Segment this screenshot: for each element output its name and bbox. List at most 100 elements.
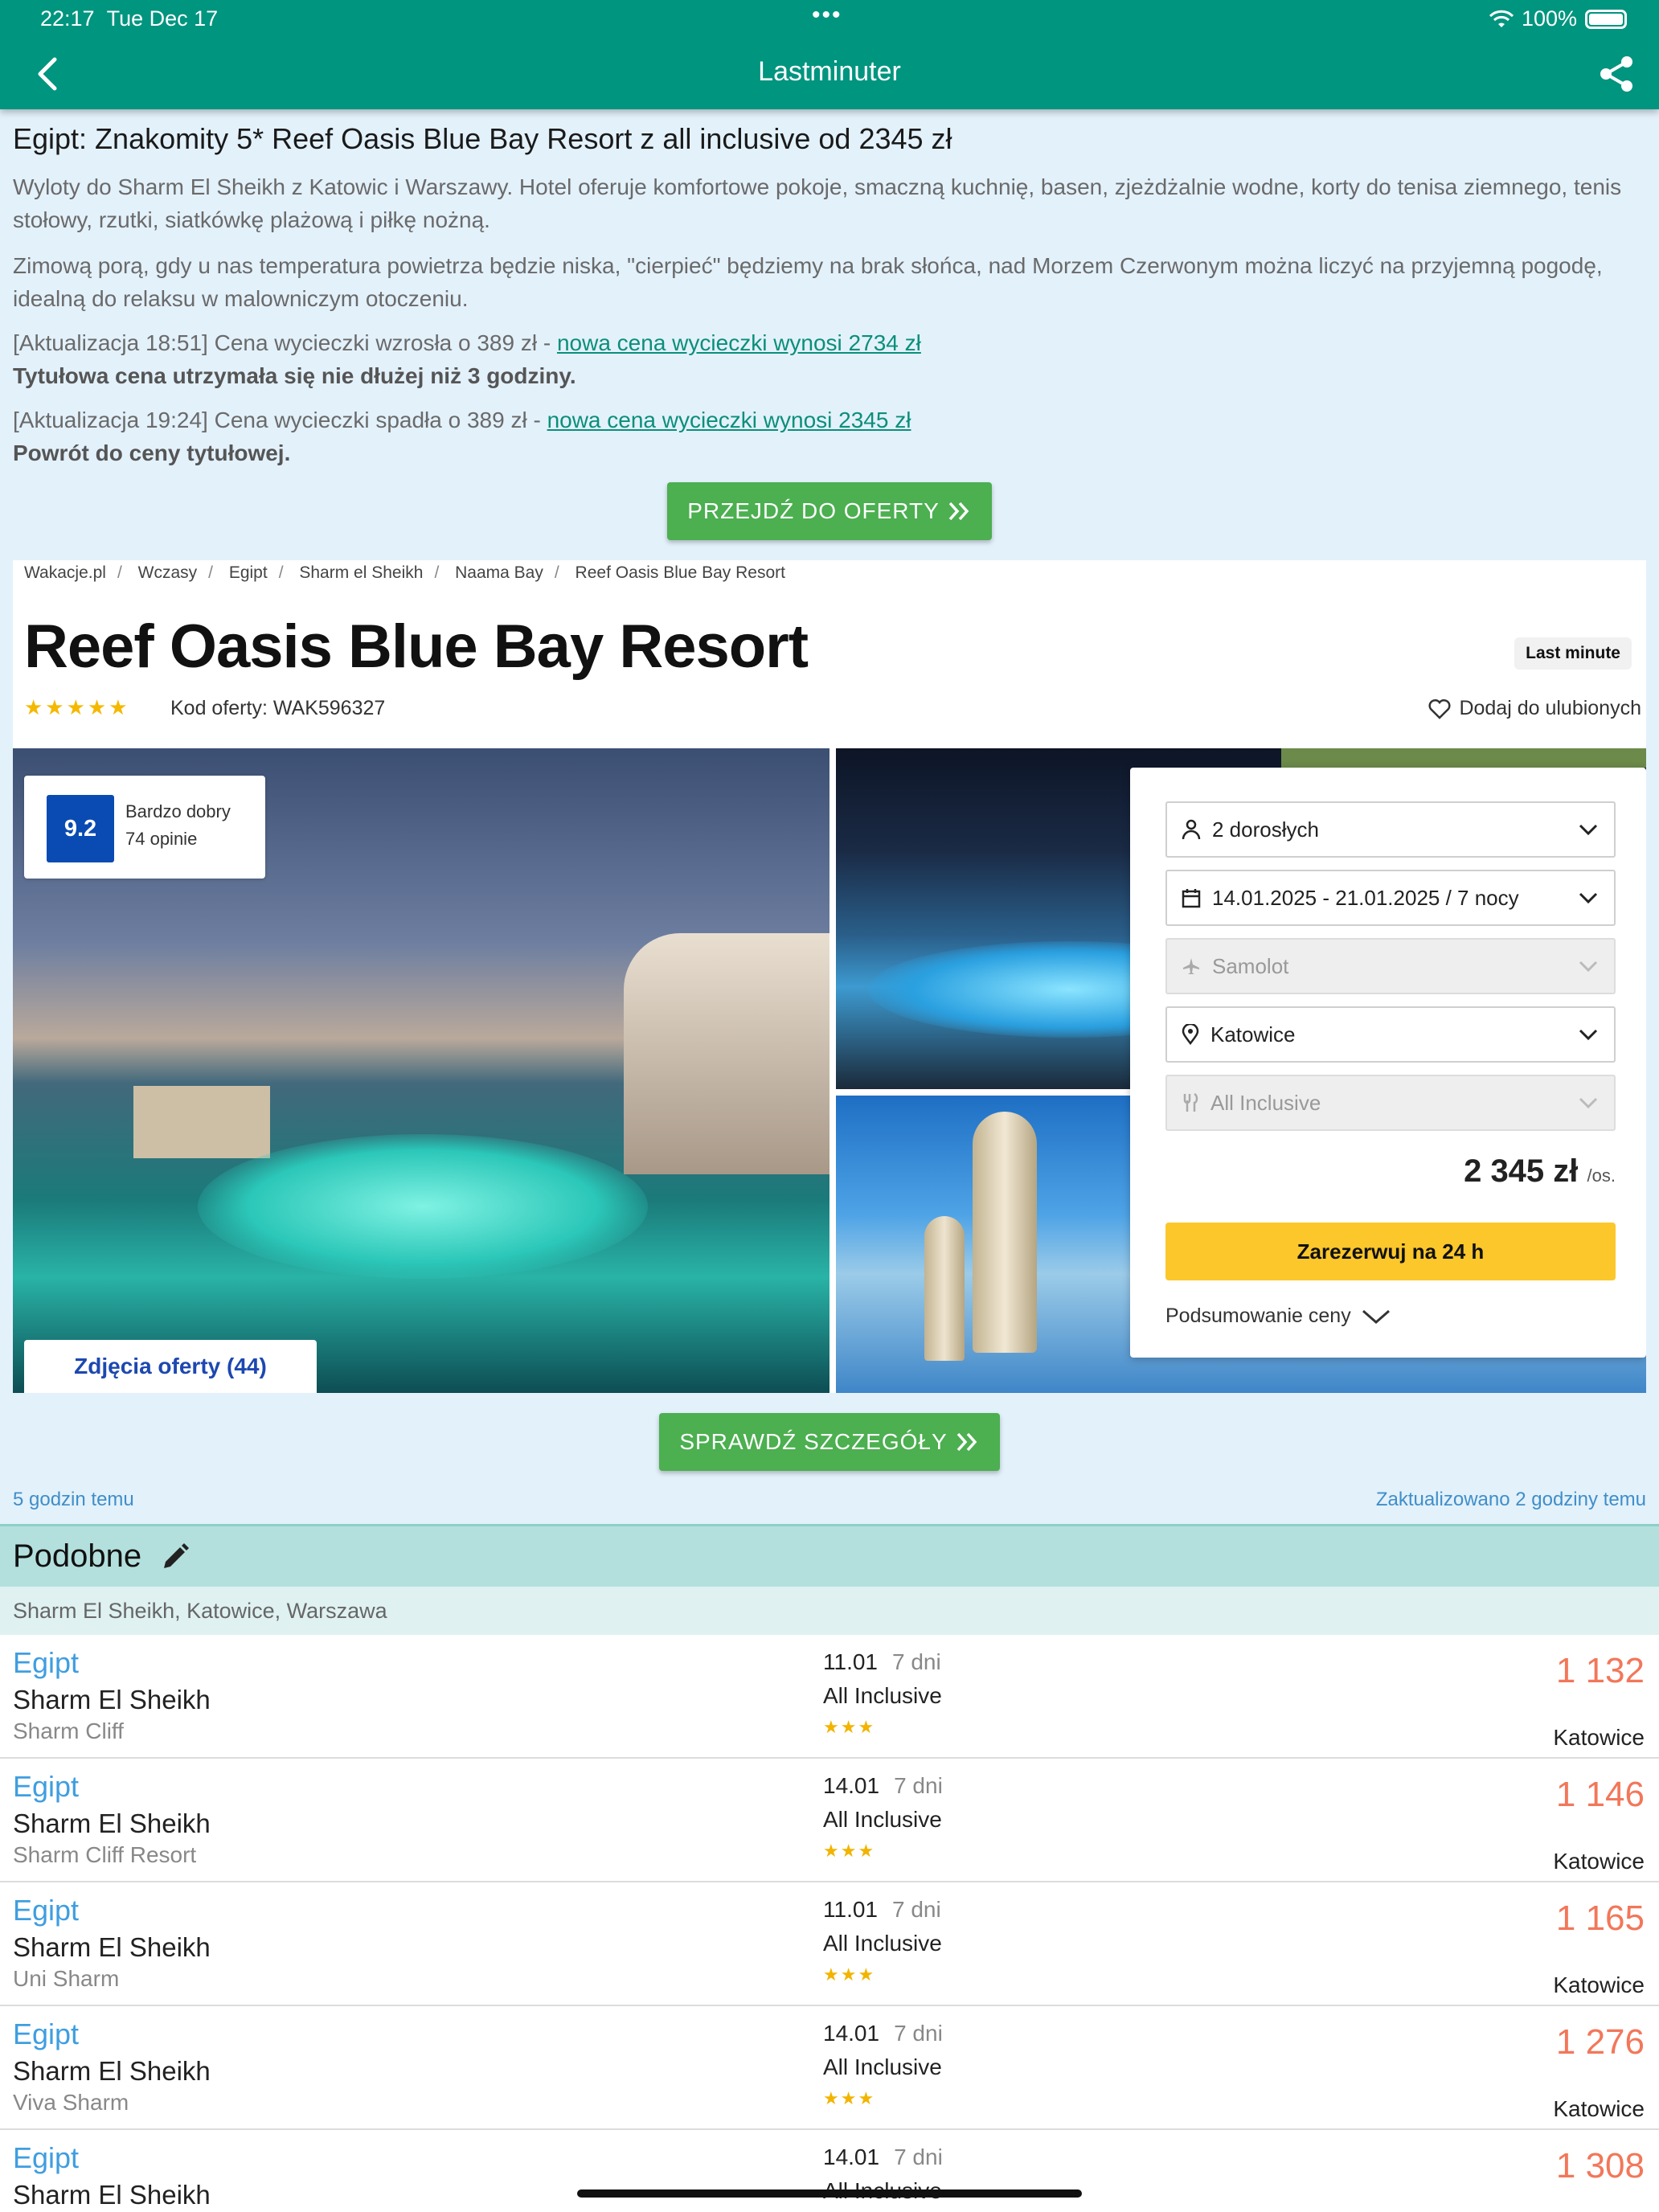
posted-time: 5 godzin temu [13, 1489, 134, 1510]
item-hotel: Sharm Cliff Resort [13, 1842, 197, 1867]
similar-filters: Sharm El Sheikh, Katowice, Warszawa [0, 1587, 1659, 1635]
photo-pool [198, 1134, 648, 1279]
chevron-down-icon [1579, 961, 1598, 973]
rating-count: 74 opinie [125, 829, 198, 849]
item-departure: Katowice [1553, 2096, 1645, 2121]
transport-select: Samolot [1165, 938, 1616, 994]
chevron-down-icon [1362, 1309, 1390, 1324]
item-stars: ★★★ [823, 1841, 876, 1861]
booking-panel: 2 dorosłych 14.01.2025 - 21.01.2025 / 7 … [1130, 768, 1646, 1358]
item-stars: ★★★ [823, 1717, 876, 1737]
photo-umbrella [924, 1216, 965, 1361]
chevron-down-icon [1579, 892, 1598, 904]
update-1: [Aktualizacja 18:51] Cena wycieczki wzro… [13, 326, 1646, 392]
offer-preview[interactable]: Wakacje.pl / Wczasy / Egipt / Sharm el Shei… [13, 560, 1646, 1393]
breadcrumb-item: Sharm el Sheikh [299, 563, 424, 582]
list-item[interactable]: Egipt Sharm El Sheikh Uni Sharm 11.01 7 d… [0, 1882, 1659, 2006]
list-item[interactable]: Egipt Sharm El Sheikh Viva Sharm 14.01 7 … [0, 2006, 1659, 2130]
item-country: Egipt [13, 2141, 80, 2174]
article-paragraph-1: Wyloty do Sharm El Sheikh z Katowic i Wa… [13, 174, 1622, 232]
item-price: 1 132 [1555, 1651, 1645, 1690]
wifi-icon [1489, 10, 1514, 27]
updated-time: Zaktualizowano 2 godziny temu [1375, 1489, 1646, 1510]
heart-icon [1428, 698, 1451, 719]
pencil-icon[interactable] [159, 1541, 191, 1573]
last-minute-badge: Last minute [1514, 637, 1632, 670]
item-city: Sharm El Sheikh [13, 1685, 211, 1714]
go-to-offer-button[interactable]: PRZEJDŹ DO OFERTY [667, 482, 992, 540]
item-city: Sharm El Sheikh [13, 1809, 211, 1838]
item-date: 14.01 7 dni [823, 1773, 943, 1798]
photos-button: Zdjęcia oferty (44) [24, 1340, 317, 1393]
check-details-button[interactable]: SPRAWDŹ SZCZEGÓŁY [659, 1413, 1000, 1471]
price-summary-label: Podsumowanie ceny [1165, 1305, 1351, 1327]
favorites-label: Dodaj do ulubionych [1459, 697, 1641, 719]
update-2-link[interactable]: nowa cena wycieczki wynosi 2345 zł [547, 408, 911, 432]
breadcrumb-item: Reef Oasis Blue Bay Resort [575, 563, 785, 582]
item-board: All Inclusive [823, 1807, 942, 1832]
item-departure: Katowice [1553, 1725, 1645, 1750]
item-stars: ★★★ [823, 1964, 876, 1985]
check-details-label: SPRAWDŹ SZCZEGÓŁY [679, 1429, 948, 1454]
app-bar: 22:17 Tue Dec 17 ••• 100% Lastminuter [0, 0, 1659, 109]
item-date: 11.01 7 dni [823, 1649, 941, 1674]
go-to-offer-label: PRZEJDŹ DO OFERTY [687, 498, 940, 523]
adults-value: 2 dorosłych [1212, 817, 1319, 842]
page-title: Lastminuter [758, 56, 901, 87]
hotel-name: Reef Oasis Blue Bay Resort [24, 612, 809, 681]
update-1-text: [Aktualizacja 18:51] Cena wycieczki wzro… [13, 330, 557, 355]
photo-building [624, 933, 830, 1174]
hotel-stars: ★★★★★ [24, 695, 130, 719]
calendar-icon [1182, 889, 1201, 908]
article-headline: Egipt: Znakomity 5* Reef Oasis Blue Bay … [13, 122, 952, 155]
update-2-note: Powrót do ceny tytułowej. [13, 440, 291, 465]
item-departure: Katowice [1553, 1849, 1645, 1874]
similar-title: Podobne [13, 1538, 142, 1574]
item-board: All Inclusive [823, 1683, 942, 1708]
adults-select: 2 dorosłych [1165, 801, 1616, 858]
item-country: Egipt [13, 1894, 80, 1927]
list-item[interactable]: Egipt Sharm El Sheikh Sharm Cliff Resort… [0, 1759, 1659, 1882]
rating-label: Bardzo dobry [125, 801, 231, 821]
photo-umbrella [973, 1112, 1037, 1353]
breadcrumb-item: Naama Bay [455, 563, 543, 582]
item-board: All Inclusive [823, 1931, 942, 1956]
share-icon[interactable] [1598, 55, 1635, 93]
similar-header: Podobne [0, 1524, 1659, 1587]
price-summary: Podsumowanie ceny [1165, 1305, 1391, 1328]
item-country: Egipt [13, 1770, 80, 1803]
chevron-down-icon [1579, 1097, 1598, 1109]
departure-select: Katowice [1165, 1006, 1616, 1063]
breadcrumb-item: Wczasy [137, 563, 198, 582]
list-item[interactable]: Egipt Sharm El Sheikh Sharm Cliff 11.01 7… [0, 1635, 1659, 1759]
item-date: 14.01 7 dni [823, 2144, 943, 2169]
breadcrumb: Wakacje.pl / Wczasy / Egipt / Sharm el Shei… [24, 563, 785, 582]
person-icon [1182, 819, 1201, 840]
reserve-button: Zarezerwuj na 24 h [1165, 1223, 1616, 1280]
booking-price: 2 345 zł /os. [1464, 1153, 1616, 1189]
rating-card: 9.2 Bardzo dobry 74 opinie [24, 776, 265, 879]
rating-score: 9.2 [47, 795, 114, 862]
utensils-icon [1183, 1092, 1198, 1112]
list-item[interactable]: Egipt Sharm El Sheikh 14.017 dni All Inc… [0, 2130, 1659, 2212]
multitasking-dots[interactable]: ••• [812, 2, 842, 29]
breadcrumb-item: Egipt [228, 563, 268, 582]
item-board: All Inclusive [823, 2054, 942, 2079]
dates-select: 14.01.2025 - 21.01.2025 / 7 nocy [1165, 870, 1616, 926]
item-country: Egipt [13, 2017, 80, 2050]
item-hotel: Sharm Cliff [13, 1718, 124, 1743]
garden-photo [1281, 748, 1646, 768]
status-time: 22:17 Tue Dec 17 [40, 6, 219, 31]
location-pin-icon [1182, 1024, 1199, 1045]
home-indicator[interactable] [577, 2189, 1082, 2198]
item-stars: ★★★ [823, 2088, 876, 2108]
item-hotel: Uni Sharm [13, 1966, 120, 1991]
update-2: [Aktualizacja 19:24] Cena wycieczki spad… [13, 403, 1646, 469]
article: Egipt: Znakomity 5* Reef Oasis Blue Bay … [13, 121, 1646, 469]
item-departure: Katowice [1553, 1972, 1645, 1997]
item-city: Sharm El Sheikh [13, 1932, 211, 1962]
article-paragraph-2: Zimową porą, gdy u nas temperatura powie… [13, 253, 1603, 311]
update-1-link[interactable]: nowa cena wycieczki wynosi 2734 zł [557, 330, 921, 355]
update-2-text: [Aktualizacja 19:24] Cena wycieczki spad… [13, 408, 547, 432]
add-to-favorites: Dodaj do ulubionych [1428, 697, 1641, 720]
